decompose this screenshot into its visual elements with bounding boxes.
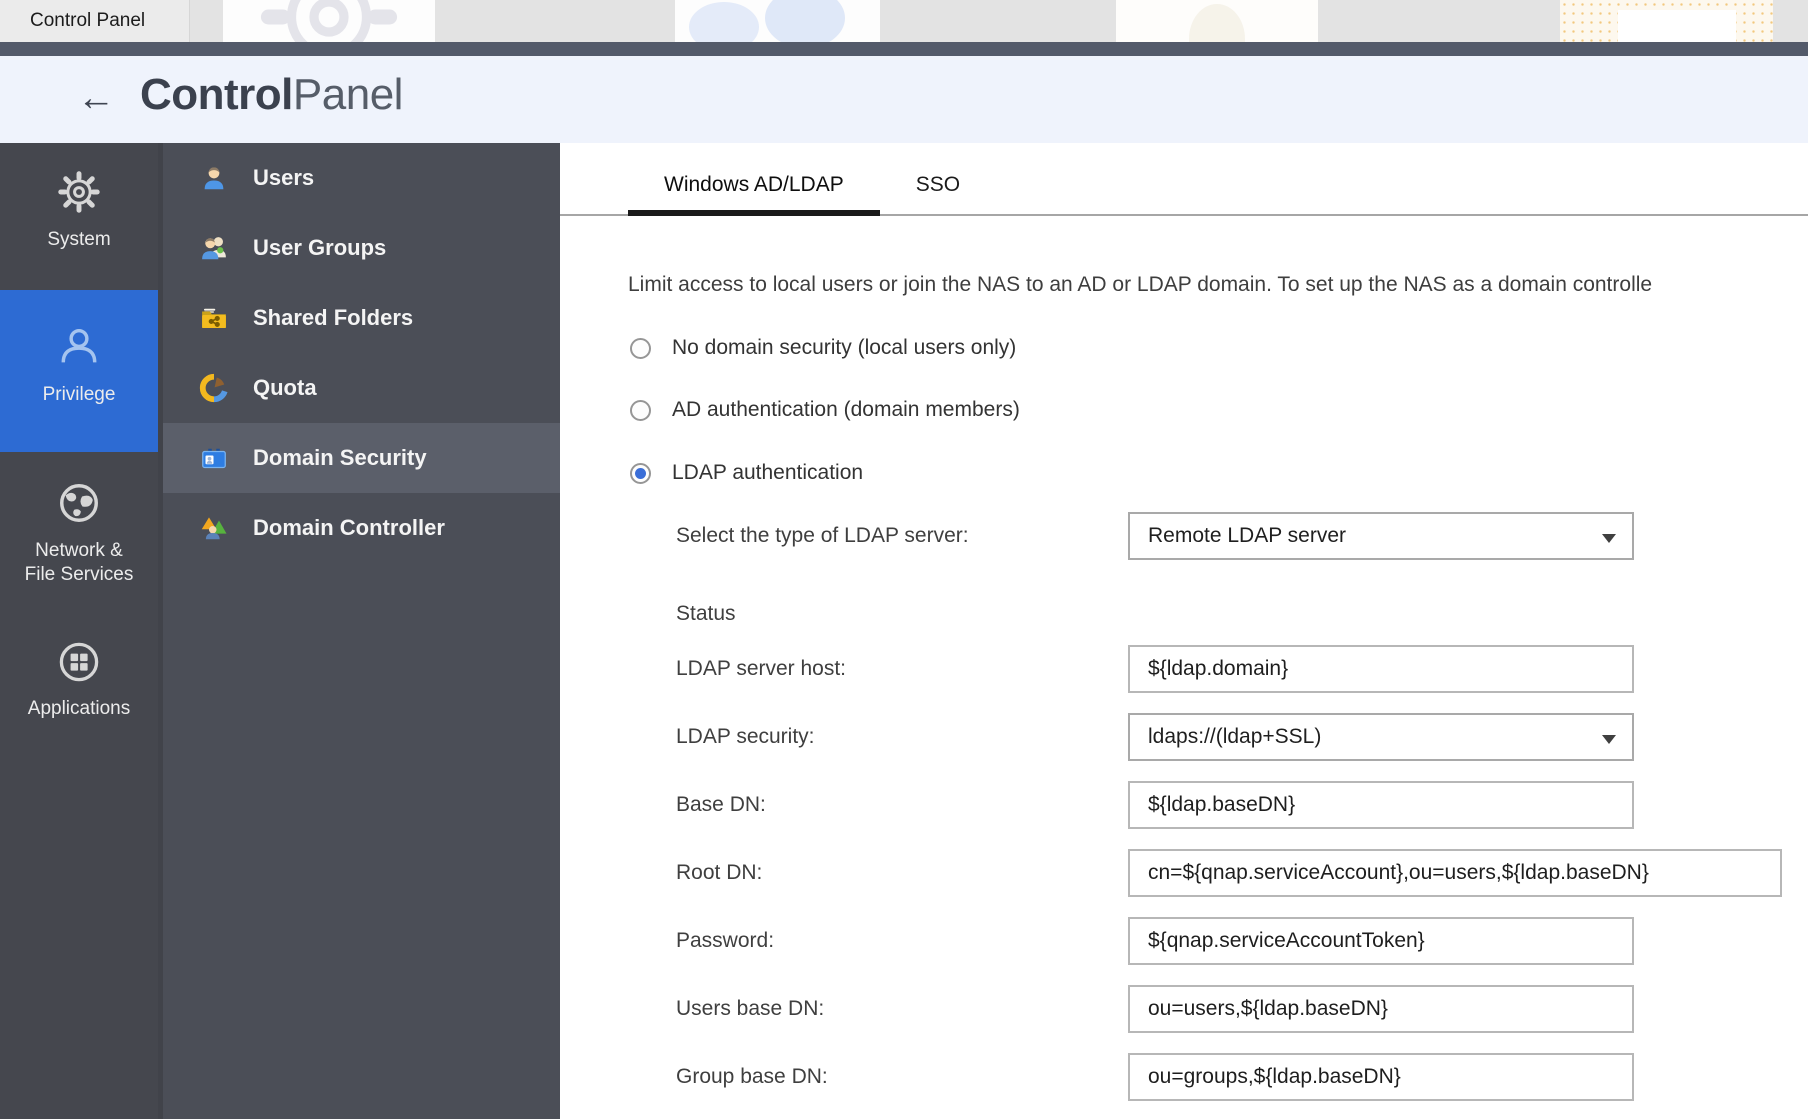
menu-item-domain-controller[interactable]: Domain Controller bbox=[163, 493, 560, 563]
menu-item-label: Domain Controller bbox=[253, 515, 445, 541]
group-base-dn-input[interactable] bbox=[1128, 1053, 1634, 1101]
back-arrow-icon: ← bbox=[77, 77, 115, 119]
radio-label: LDAP authentication bbox=[672, 461, 863, 485]
sidebar-item-label: Network & File Services bbox=[0, 539, 158, 587]
sidebar-item-label: Privilege bbox=[0, 383, 158, 407]
faded-blob bbox=[689, 2, 759, 42]
desktop-thumbnail-gear bbox=[223, 0, 435, 42]
ldap-security-label: LDAP security: bbox=[676, 725, 815, 749]
base-dn-label: Base DN: bbox=[676, 793, 766, 817]
page-title-bold: Control bbox=[140, 70, 293, 119]
radio-circle-icon[interactable] bbox=[630, 400, 651, 421]
radio-label: No domain security (local users only) bbox=[672, 336, 1016, 360]
app-header: ← ControlPanel bbox=[0, 56, 1808, 143]
sidebar-item-privilege[interactable]: Privilege bbox=[0, 290, 158, 452]
menu-item-user-groups[interactable]: User Groups bbox=[163, 213, 560, 283]
desktop-thumbnail-apps bbox=[1560, 0, 1773, 42]
faded-person-icon bbox=[1189, 4, 1245, 42]
radio-ldap-authentication[interactable]: LDAP authentication bbox=[630, 461, 863, 485]
globe-icon bbox=[56, 480, 102, 526]
menu-item-label: User Groups bbox=[253, 235, 386, 261]
user-groups-icon bbox=[199, 233, 229, 263]
tab-windows-ad-ldap[interactable]: Windows AD/LDAP bbox=[628, 143, 880, 214]
domain-security-badge-icon bbox=[199, 443, 229, 473]
tab-label: Windows AD/LDAP bbox=[664, 173, 844, 214]
select-value: ldaps://(ldap+SSL) bbox=[1148, 725, 1321, 748]
domain-controller-icon bbox=[199, 513, 229, 543]
quota-donut-icon bbox=[199, 373, 229, 403]
sidebar-item-label: Applications bbox=[0, 697, 158, 721]
apps-grid-icon bbox=[57, 640, 101, 684]
password-label: Password: bbox=[676, 929, 774, 953]
ldap-server-host-input[interactable] bbox=[1128, 645, 1634, 693]
base-dn-input[interactable] bbox=[1128, 781, 1634, 829]
window-tab-control-panel[interactable]: Control Panel bbox=[0, 0, 190, 42]
menu-item-label: Domain Security bbox=[253, 445, 427, 471]
menu-item-shared-folders[interactable]: Shared Folders bbox=[163, 283, 560, 353]
tab-label: SSO bbox=[916, 173, 960, 214]
sidebar-item-applications[interactable]: Applications bbox=[0, 622, 158, 752]
password-input[interactable] bbox=[1128, 917, 1634, 965]
radio-ad-authentication[interactable]: AD authentication (domain members) bbox=[630, 398, 1020, 422]
menu-item-label: Shared Folders bbox=[253, 305, 413, 331]
sidebar-primary: System Privilege bbox=[0, 143, 158, 1119]
chevron-down-icon bbox=[1602, 735, 1616, 744]
radio-no-domain-security[interactable]: No domain security (local users only) bbox=[630, 336, 1016, 360]
group-base-dn-label: Group base DN: bbox=[676, 1065, 828, 1089]
page-title-light: Panel bbox=[293, 70, 403, 119]
sidebar-item-system[interactable]: System bbox=[0, 143, 158, 290]
chevron-down-icon bbox=[1602, 534, 1616, 543]
back-button[interactable]: ← bbox=[72, 74, 120, 124]
sidebar-item-network-file-services[interactable]: Network & File Services bbox=[0, 452, 158, 622]
faded-panel bbox=[1618, 10, 1736, 42]
users-base-dn-label: Users base DN: bbox=[676, 997, 824, 1021]
shared-folder-icon bbox=[199, 303, 229, 333]
page-description: Limit access to local users or join the … bbox=[628, 274, 1808, 296]
tab-sso[interactable]: SSO bbox=[880, 143, 996, 214]
taskbar: Control Panel bbox=[0, 0, 1808, 42]
root-dn-input[interactable] bbox=[1128, 849, 1782, 897]
window-title-bar bbox=[0, 42, 1808, 56]
users-base-dn-input[interactable] bbox=[1128, 985, 1634, 1033]
main-content: Windows AD/LDAP SSO Limit access to loca… bbox=[560, 143, 1808, 1119]
faded-gear-icon bbox=[254, 0, 404, 42]
ldap-security-select[interactable]: ldaps://(ldap+SSL) bbox=[1128, 713, 1634, 761]
root-dn-label: Root DN: bbox=[676, 861, 762, 885]
sidebar-item-label: System bbox=[0, 228, 158, 252]
control-panel-window: Control Panel ← ControlPanel bbox=[0, 0, 1808, 1119]
radio-label: AD authentication (domain members) bbox=[672, 398, 1020, 422]
tab-bar: Windows AD/LDAP SSO bbox=[560, 143, 1808, 216]
ldap-server-type-select[interactable]: Remote LDAP server bbox=[1128, 512, 1634, 560]
radio-circle-icon[interactable] bbox=[630, 338, 651, 359]
user-icon bbox=[199, 163, 229, 193]
ldap-server-host-label: LDAP server host: bbox=[676, 657, 846, 681]
menu-item-users[interactable]: Users bbox=[163, 143, 560, 213]
desktop-thumbnail-user bbox=[1116, 0, 1318, 42]
status-label: Status bbox=[676, 602, 736, 626]
gear-icon bbox=[56, 169, 102, 215]
menu-item-label: Quota bbox=[253, 375, 317, 401]
menu-item-domain-security[interactable]: Domain Security bbox=[163, 423, 560, 493]
menu-item-label: Users bbox=[253, 165, 314, 191]
faded-blob bbox=[765, 0, 845, 42]
menu-item-quota[interactable]: Quota bbox=[163, 353, 560, 423]
select-value: Remote LDAP server bbox=[1148, 524, 1346, 547]
ldap-server-type-label: Select the type of LDAP server: bbox=[676, 524, 969, 548]
desktop-thumbnail-network bbox=[675, 0, 880, 42]
page-title: ControlPanel bbox=[140, 70, 403, 120]
app-body: System Privilege bbox=[0, 143, 1808, 1119]
radio-circle-icon-selected[interactable] bbox=[630, 463, 651, 484]
sidebar-secondary: Users User Groups bbox=[158, 143, 560, 1119]
user-icon bbox=[56, 324, 102, 370]
